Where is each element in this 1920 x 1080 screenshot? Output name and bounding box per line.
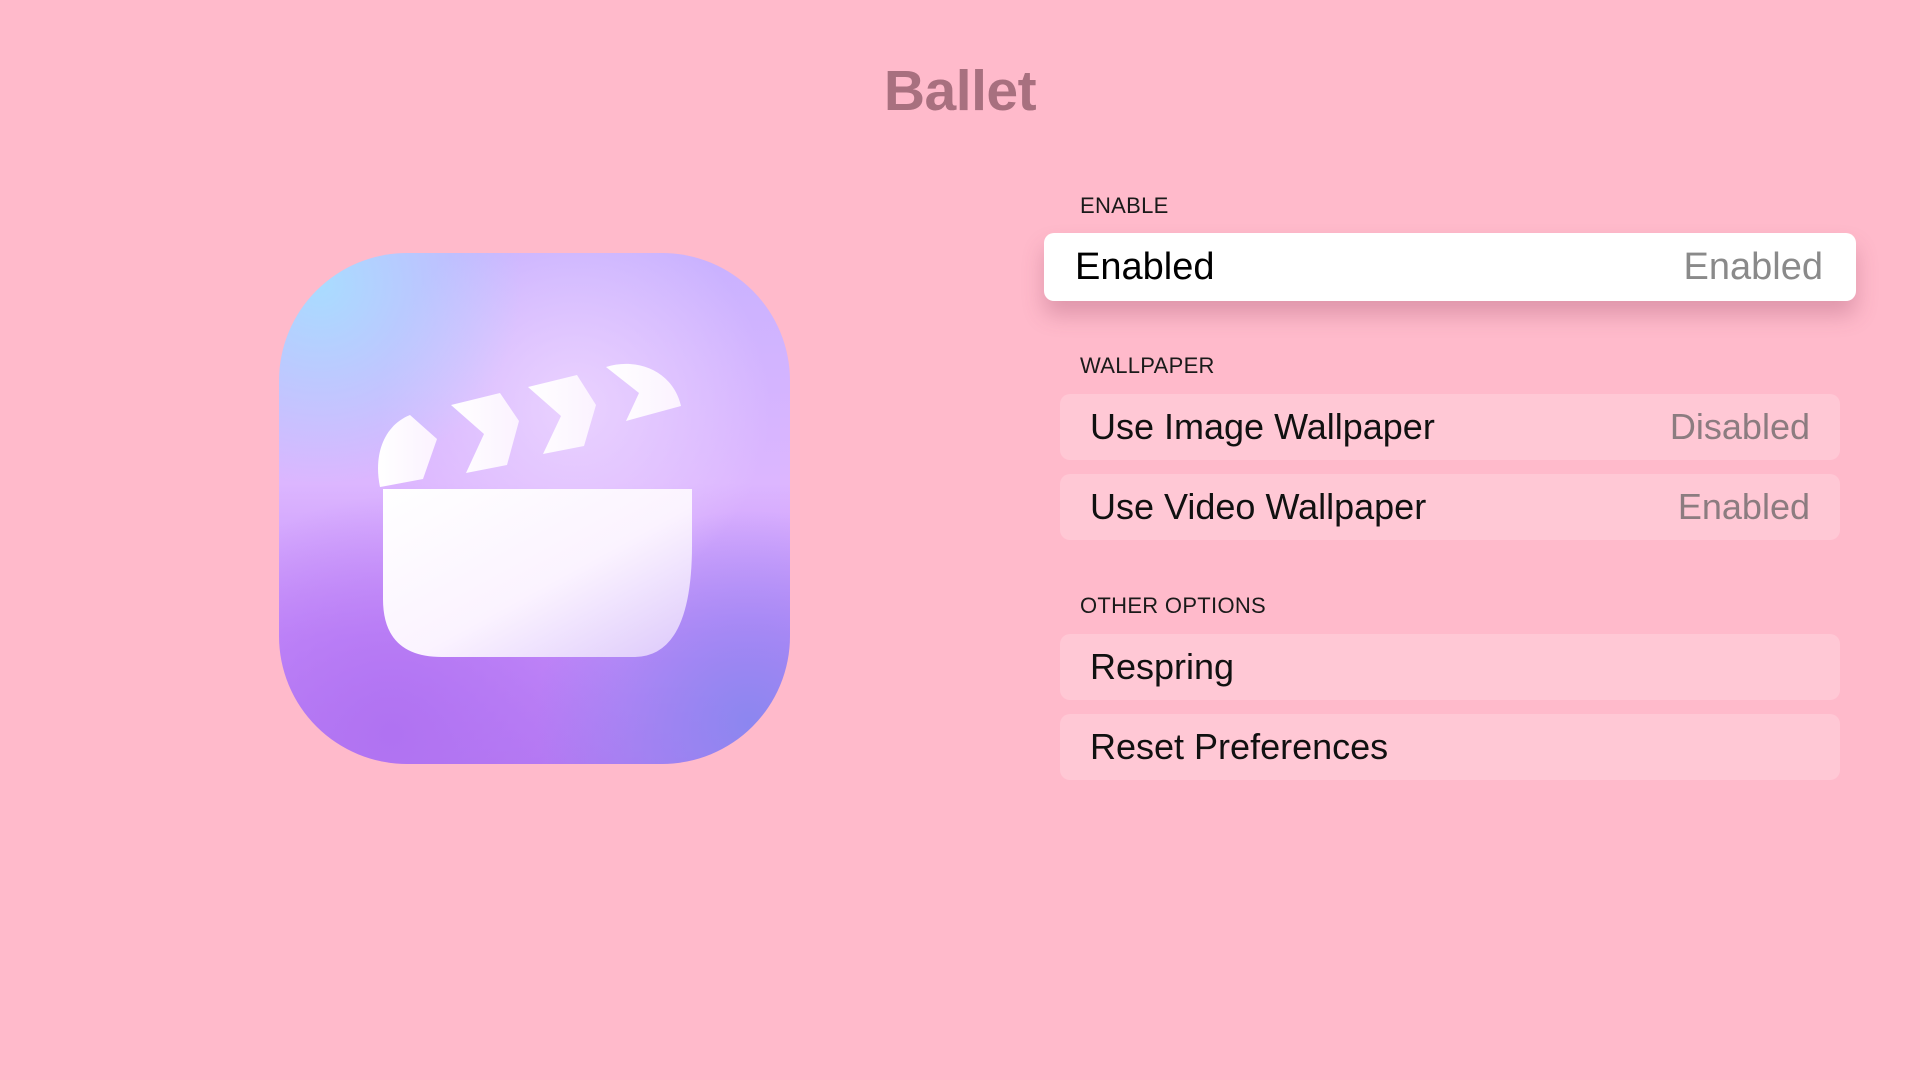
use-video-wallpaper-value: Enabled bbox=[1677, 486, 1810, 527]
reset-preferences-row[interactable]: Reset Preferences bbox=[1060, 714, 1840, 780]
enabled-row-label: Enabled bbox=[1075, 246, 1215, 288]
section-header-other-options: OTHER OPTIONS bbox=[1080, 593, 1267, 618]
page-title: Ballet bbox=[883, 59, 1037, 123]
use-image-wallpaper-value: Disabled bbox=[1669, 406, 1810, 447]
reset-preferences-label: Reset Preferences bbox=[1090, 726, 1389, 767]
clapperboard-icon bbox=[378, 363, 692, 657]
enabled-row-value: Enabled bbox=[1683, 246, 1823, 288]
respring-label: Respring bbox=[1090, 646, 1235, 687]
use-image-wallpaper-label: Use Image Wallpaper bbox=[1090, 406, 1435, 447]
enabled-row[interactable]: Enabled Enabled bbox=[1044, 233, 1856, 301]
app-icon bbox=[279, 253, 790, 764]
use-video-wallpaper-row[interactable]: Use Video Wallpaper Enabled bbox=[1060, 474, 1840, 540]
section-header-wallpaper: WALLPAPER bbox=[1080, 353, 1215, 378]
use-video-wallpaper-label: Use Video Wallpaper bbox=[1090, 486, 1427, 527]
respring-row[interactable]: Respring bbox=[1060, 634, 1840, 700]
section-header-enable: ENABLE bbox=[1080, 193, 1169, 218]
use-image-wallpaper-row[interactable]: Use Image Wallpaper Disabled bbox=[1060, 394, 1840, 460]
